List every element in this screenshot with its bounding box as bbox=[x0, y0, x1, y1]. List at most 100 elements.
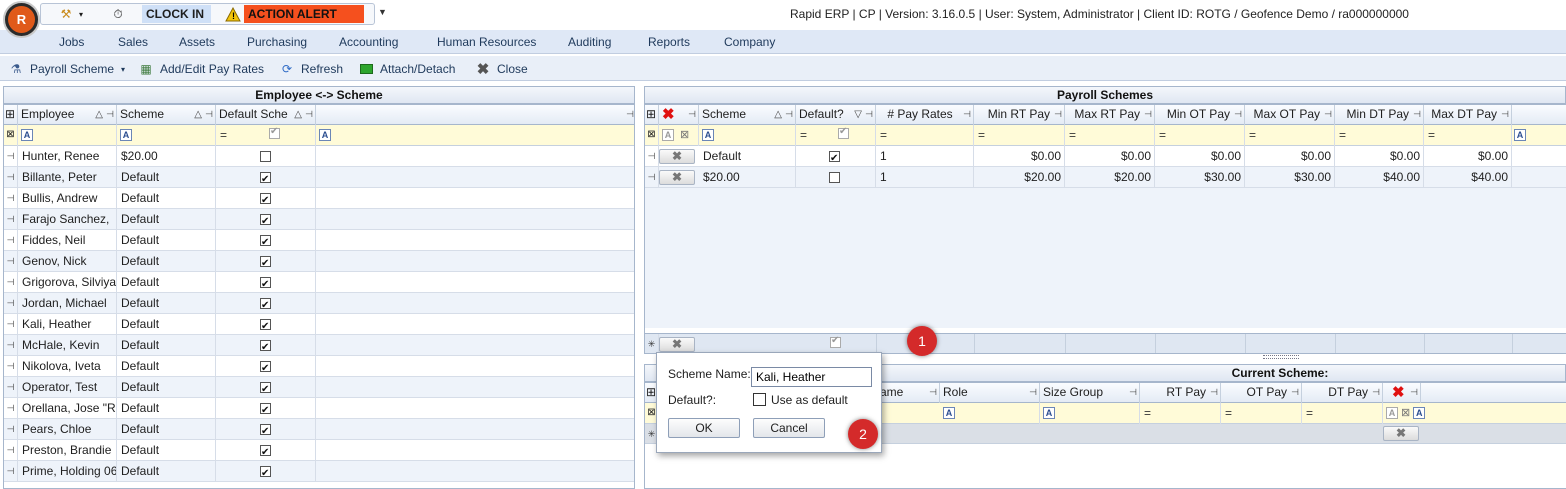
menu-jobs[interactable]: Jobs bbox=[59, 35, 84, 49]
equals-operator-icon[interactable]: = bbox=[1428, 128, 1435, 142]
table-row[interactable]: ⊣✖Default1$0.00$0.00$0.00$0.00$0.00$0.00 bbox=[645, 146, 1566, 167]
table-row[interactable]: ⊣ Prime, Holding 06 Default bbox=[4, 461, 634, 482]
table-row[interactable]: ⊣ Grigorova, Silviya Default bbox=[4, 272, 634, 293]
column-rt-pay[interactable]: RT Pay ⊣ bbox=[1140, 383, 1221, 403]
employee-cell[interactable]: Hunter, Renee bbox=[18, 146, 117, 167]
default-checkbox[interactable] bbox=[260, 443, 271, 461]
filter-employee[interactable]: A bbox=[18, 125, 117, 146]
employee-cell[interactable]: McHale, Kevin bbox=[18, 335, 117, 356]
row-selector-icon[interactable]: ⊣ bbox=[4, 188, 18, 209]
delete-row-button[interactable]: ✖ bbox=[1383, 426, 1419, 441]
table-row[interactable]: ⊣ Preston, Brandie Default bbox=[4, 440, 634, 461]
row-selector-icon[interactable]: ⊣ bbox=[4, 293, 18, 314]
table-row[interactable]: ⊣ Bullis, Andrew Default bbox=[4, 188, 634, 209]
min-ot-pay-cell[interactable]: $30.00 bbox=[1155, 167, 1245, 188]
new-row-default-checkbox[interactable] bbox=[830, 335, 841, 348]
row-selector-icon[interactable]: ⊣ bbox=[645, 167, 659, 188]
default-cell[interactable] bbox=[216, 188, 316, 209]
ok-button[interactable]: OK bbox=[668, 418, 740, 438]
default-cell[interactable] bbox=[216, 293, 316, 314]
employee-cell[interactable]: Billante, Peter bbox=[18, 167, 117, 188]
row-selector-icon[interactable]: ⊣ bbox=[4, 272, 18, 293]
employee-cell[interactable]: Operator, Test bbox=[18, 377, 117, 398]
pin-icon[interactable]: ⊣ bbox=[626, 105, 634, 124]
row-selector-icon[interactable]: ⊣ bbox=[4, 356, 18, 377]
column-scheme[interactable]: Scheme △ ⊣ bbox=[117, 105, 216, 125]
employee-cell[interactable]: Fiddes, Neil bbox=[18, 230, 117, 251]
filter-min-ot[interactable]: = bbox=[1155, 125, 1245, 146]
pin-icon[interactable]: ⊣ bbox=[1029, 383, 1037, 402]
text-filter-icon[interactable]: A bbox=[662, 129, 674, 141]
pin-icon[interactable]: ⊣ bbox=[1324, 105, 1332, 124]
filter-row[interactable]: ⊠ A⊠ A = = = = = = = = A bbox=[645, 125, 1566, 146]
employee-cell[interactable]: Preston, Brandie bbox=[18, 440, 117, 461]
scheme-cell[interactable]: Default bbox=[117, 251, 216, 272]
text-filter-icon[interactable]: A bbox=[943, 407, 955, 419]
attach-detach-button[interactable]: Attach/Detach bbox=[358, 60, 455, 78]
equals-operator-icon[interactable]: = bbox=[978, 128, 985, 142]
filter-default[interactable]: = bbox=[216, 125, 316, 146]
text-filter-icon[interactable]: A bbox=[1043, 407, 1055, 419]
row-selector-icon[interactable]: ⊣ bbox=[4, 419, 18, 440]
default-checkbox[interactable] bbox=[260, 233, 271, 251]
scheme-cell[interactable]: Default bbox=[117, 461, 216, 482]
column-size-group[interactable]: Size Group ⊣ bbox=[1040, 383, 1140, 403]
pin-icon[interactable]: ⊣ bbox=[205, 105, 213, 124]
max-rt-pay-cell[interactable]: $20.00 bbox=[1065, 167, 1155, 188]
column-name[interactable]: ame ⊣ bbox=[877, 383, 940, 403]
equals-operator-icon[interactable]: = bbox=[1069, 128, 1076, 142]
pin-icon[interactable]: ⊣ bbox=[1413, 105, 1421, 124]
equals-operator-icon[interactable]: = bbox=[1225, 406, 1232, 420]
default-checkbox[interactable] bbox=[260, 338, 271, 356]
default-cell[interactable] bbox=[216, 461, 316, 482]
filter-icon[interactable]: ⊠ bbox=[1401, 407, 1410, 419]
action-alert-button[interactable]: ACTION ALERT bbox=[244, 5, 364, 23]
default-cell[interactable] bbox=[216, 209, 316, 230]
table-row[interactable]: ⊣ Operator, Test Default bbox=[4, 377, 634, 398]
default-checkbox[interactable] bbox=[260, 275, 271, 293]
pin-icon[interactable]: ⊣ bbox=[1410, 383, 1418, 402]
scheme-cell[interactable]: Default bbox=[117, 398, 216, 419]
table-row[interactable]: ⊣ Nikolova, Iveta Default bbox=[4, 356, 634, 377]
row-selector-icon[interactable]: ⊣ bbox=[4, 167, 18, 188]
default-checkbox[interactable] bbox=[260, 254, 271, 272]
table-row[interactable]: ⊣ Jordan, Michael Default bbox=[4, 293, 634, 314]
scheme-cell[interactable]: Default bbox=[117, 188, 216, 209]
row-selector-icon[interactable]: ⊣ bbox=[4, 440, 18, 461]
max-dt-pay-cell[interactable]: $0.00 bbox=[1424, 146, 1512, 167]
pin-icon[interactable]: ⊣ bbox=[1372, 383, 1380, 402]
splitter-handle[interactable] bbox=[1263, 355, 1299, 359]
scheme-cell[interactable]: Default bbox=[117, 272, 216, 293]
text-filter-icon[interactable]: A bbox=[319, 129, 331, 141]
table-row[interactable]: ⊣ ✖ $20.00 1 $20.00 $20.00 $30.00 $30.00 $40.00 $… bbox=[645, 167, 1566, 188]
min-rt-pay-cell[interactable]: $20.00 bbox=[974, 167, 1065, 188]
scheme-cell[interactable]: Default bbox=[117, 440, 216, 461]
delete-row-button[interactable]: ✖ bbox=[659, 170, 695, 185]
menu-accounting[interactable]: Accounting bbox=[339, 35, 398, 49]
employee-cell[interactable]: Nikolova, Iveta bbox=[18, 356, 117, 377]
column-dt-pay[interactable]: DT Pay ⊣ bbox=[1302, 383, 1383, 403]
row-selector-icon[interactable]: ⊣ bbox=[4, 398, 18, 419]
filter-max-ot[interactable]: = bbox=[1245, 125, 1335, 146]
table-row[interactable]: ⊣ Billante, Peter Default bbox=[4, 167, 634, 188]
row-selector-icon[interactable]: ⊣ bbox=[4, 146, 18, 167]
text-filter-icon[interactable]: A bbox=[21, 129, 33, 141]
clear-filter-icon[interactable]: ⊠ bbox=[4, 125, 18, 146]
scheme-cell[interactable]: Default bbox=[117, 167, 216, 188]
default-checkbox[interactable] bbox=[829, 149, 840, 167]
default-checkbox[interactable] bbox=[260, 359, 271, 377]
column-chooser-icon[interactable]: ⊞ bbox=[4, 105, 18, 125]
default-cell[interactable] bbox=[216, 167, 316, 188]
menu-auditing[interactable]: Auditing bbox=[568, 35, 611, 49]
employee-cell[interactable]: Orellana, Jose "R bbox=[18, 398, 117, 419]
default-cell[interactable] bbox=[216, 356, 316, 377]
menu-human-resources[interactable]: Human Resources bbox=[437, 35, 536, 49]
equals-operator-icon[interactable]: = bbox=[800, 128, 807, 142]
default-cell[interactable] bbox=[216, 272, 316, 293]
refresh-button[interactable]: ⟳ Refresh bbox=[279, 60, 343, 78]
scheme-cell[interactable]: Default bbox=[699, 146, 796, 167]
default-checkbox[interactable] bbox=[260, 191, 271, 209]
table-row[interactable]: ⊣ Orellana, Jose "R Default bbox=[4, 398, 634, 419]
row-selector-icon[interactable]: ⊣ bbox=[4, 251, 18, 272]
scheme-cell[interactable]: Default bbox=[117, 209, 216, 230]
